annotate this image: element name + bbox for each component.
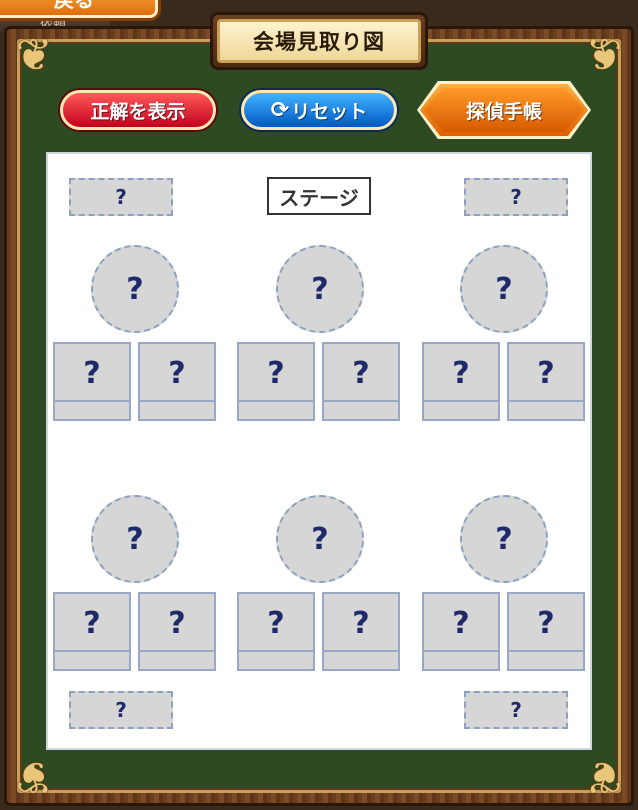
tag-slot-bottom-left[interactable]: ? <box>69 691 173 729</box>
seat-slot[interactable]: ? <box>138 592 216 671</box>
seat-nameplate <box>324 650 398 669</box>
ornament-corner-icon: ❦ <box>15 30 53 81</box>
ornament-corner-icon: ❦ <box>15 751 53 802</box>
seat-slot[interactable]: ? <box>422 342 500 421</box>
unknown-mark: ? <box>537 355 555 391</box>
tag-slot-bottom-right[interactable]: ? <box>464 691 568 729</box>
show-answer-button[interactable]: 正解を表示 <box>60 90 216 130</box>
unknown-mark: ? <box>452 355 470 391</box>
seat-nameplate <box>239 400 313 419</box>
reset-icon: ⟳ <box>270 97 290 123</box>
seat-slot[interactable]: ? <box>138 342 216 421</box>
unknown-mark: ? <box>510 698 522 722</box>
unknown-mark: ? <box>352 355 370 391</box>
seat-slot[interactable]: ? <box>53 342 131 421</box>
unknown-mark: ? <box>510 185 522 209</box>
table-slot[interactable]: ? <box>460 495 548 583</box>
reset-button[interactable]: ⟳ リセット <box>241 90 397 130</box>
unknown-mark: ? <box>168 605 186 641</box>
unknown-mark: ? <box>83 355 101 391</box>
unknown-mark: ? <box>83 605 101 641</box>
seat-slot[interactable]: ? <box>507 342 585 421</box>
seat-slot[interactable]: ? <box>237 342 315 421</box>
show-answer-label: 正解を表示 <box>90 100 186 123</box>
unknown-mark: ? <box>115 698 127 722</box>
unknown-mark: ? <box>352 605 370 641</box>
unknown-mark: ? <box>537 605 555 641</box>
ornament-corner-icon: ❦ <box>585 751 623 802</box>
seat-nameplate <box>140 400 214 419</box>
unknown-mark: ? <box>115 185 127 209</box>
seat-nameplate <box>239 650 313 669</box>
seat-nameplate <box>55 650 129 669</box>
seat-slot[interactable]: ? <box>507 592 585 671</box>
unknown-mark: ? <box>495 521 513 557</box>
title-plaque: 会場見取り図 <box>210 12 428 70</box>
table-slot[interactable]: ? <box>91 245 179 333</box>
seat-slot[interactable]: ? <box>237 592 315 671</box>
stage-label: ステージ <box>267 177 371 215</box>
table-slot[interactable]: ? <box>276 245 364 333</box>
unknown-mark: ? <box>267 355 285 391</box>
unknown-mark: ? <box>452 605 470 641</box>
seat-nameplate <box>509 400 583 419</box>
seat-nameplate <box>509 650 583 669</box>
unknown-mark: ? <box>311 271 329 307</box>
table-slot[interactable]: ? <box>91 495 179 583</box>
seat-slot[interactable]: ? <box>322 592 400 671</box>
unknown-mark: ? <box>168 355 186 391</box>
table-slot[interactable]: ? <box>460 245 548 333</box>
tag-slot-top-right[interactable]: ? <box>464 178 568 216</box>
page-title: 会場見取り図 <box>217 19 421 63</box>
seat-slot[interactable]: ? <box>53 592 131 671</box>
unknown-mark: ? <box>126 521 144 557</box>
notebook-button-face: 探偵手帳 <box>424 88 584 132</box>
unknown-mark: ? <box>267 605 285 641</box>
unknown-mark: ? <box>126 271 144 307</box>
seat-nameplate <box>424 400 498 419</box>
tag-slot-top-left[interactable]: ? <box>69 178 173 216</box>
seat-nameplate <box>55 400 129 419</box>
ornament-corner-icon: ❦ <box>585 30 623 81</box>
back-button-label: 戻る <box>54 0 94 12</box>
back-button[interactable]: 戻る <box>0 0 158 18</box>
seat-slot[interactable]: ? <box>322 342 400 421</box>
seat-slot[interactable]: ? <box>422 592 500 671</box>
detective-notebook-button[interactable]: 探偵手帳 <box>420 84 588 136</box>
unknown-mark: ? <box>311 521 329 557</box>
seat-nameplate <box>324 400 398 419</box>
reset-label: リセット <box>291 100 368 123</box>
seat-nameplate <box>140 650 214 669</box>
table-slot[interactable]: ? <box>276 495 364 583</box>
seat-nameplate <box>424 650 498 669</box>
unknown-mark: ? <box>495 271 513 307</box>
notebook-label: 探偵手帳 <box>465 100 542 123</box>
